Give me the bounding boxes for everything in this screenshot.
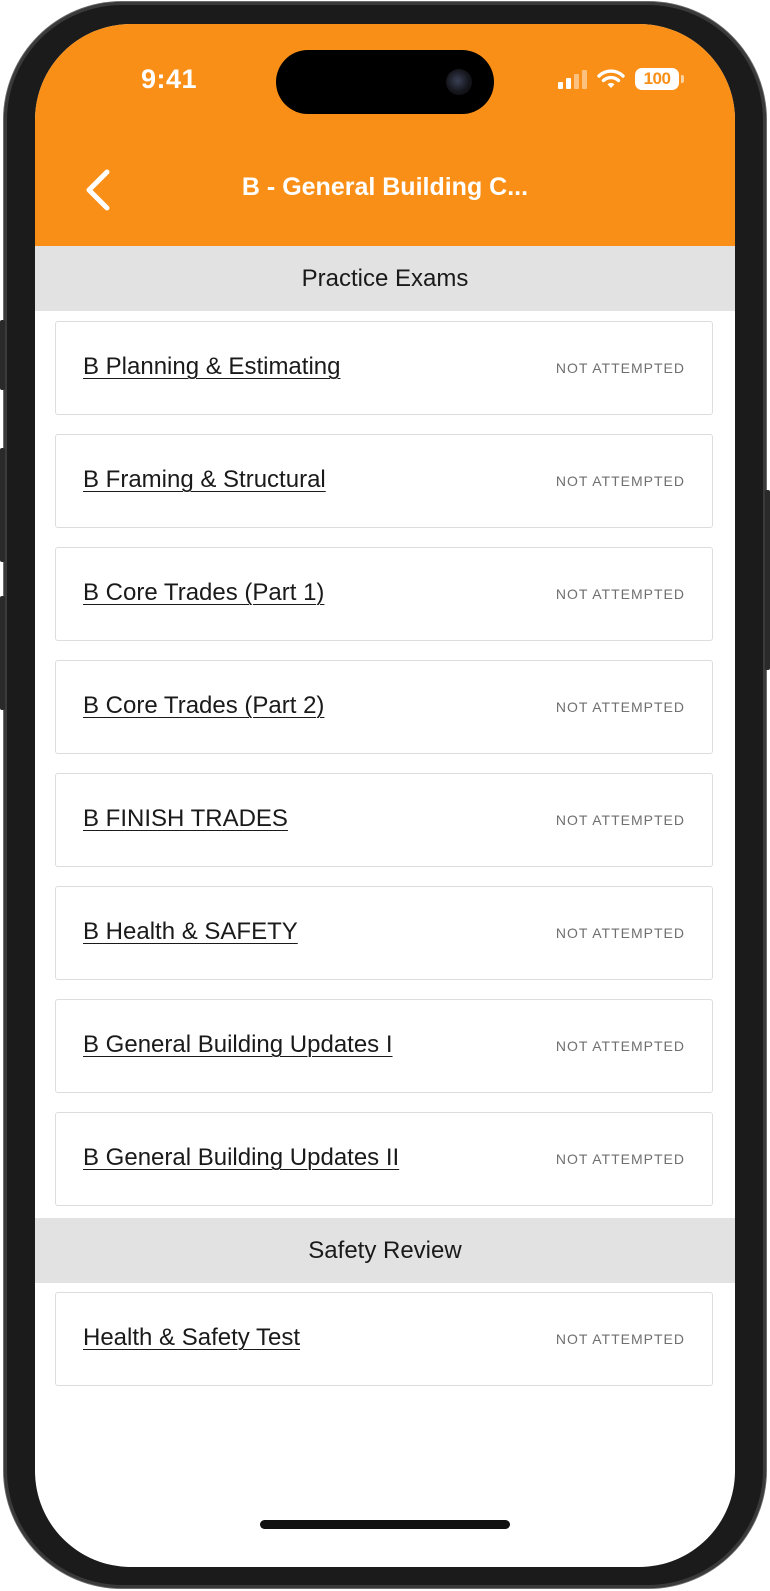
section-header-practice-exams: Practice Exams xyxy=(35,246,735,311)
exam-card-framing-structural[interactable]: B Framing & Structural NOT ATTEMPTED xyxy=(55,434,713,528)
volume-up-button xyxy=(0,448,5,562)
dynamic-island xyxy=(276,50,494,114)
exam-status: NOT ATTEMPTED xyxy=(555,699,685,715)
exam-title[interactable]: B Core Trades (Part 2) xyxy=(83,692,324,720)
exam-status: NOT ATTEMPTED xyxy=(555,1331,685,1347)
section-header-safety-review: Safety Review xyxy=(35,1218,735,1283)
action-button xyxy=(0,320,5,390)
exam-status: NOT ATTEMPTED xyxy=(555,473,685,489)
exam-card-finish-trades[interactable]: B FINISH TRADES NOT ATTEMPTED xyxy=(55,773,713,867)
chevron-left-icon xyxy=(86,169,110,211)
status-time: 9:41 xyxy=(141,64,198,94)
status-indicators: 100 xyxy=(558,66,684,92)
exam-title[interactable]: B General Building Updates II xyxy=(83,1144,399,1172)
page-title: B - General Building C... xyxy=(241,173,529,201)
exam-card-health-safety-test[interactable]: Health & Safety Test NOT ATTEMPTED xyxy=(55,1292,713,1386)
back-button[interactable] xyxy=(79,167,119,213)
exam-title[interactable]: B Framing & Structural xyxy=(83,466,326,494)
exam-title[interactable]: B Core Trades (Part 1) xyxy=(83,579,324,607)
exam-title[interactable]: B FINISH TRADES xyxy=(83,805,288,833)
exam-title[interactable]: Health & Safety Test xyxy=(83,1324,300,1352)
exam-status: NOT ATTEMPTED xyxy=(555,586,685,602)
power-button xyxy=(765,490,770,670)
exam-card-core-trades-1[interactable]: B Core Trades (Part 1) NOT ATTEMPTED xyxy=(55,547,713,641)
volume-down-button xyxy=(0,596,5,710)
home-indicator[interactable] xyxy=(260,1520,510,1529)
camera-icon xyxy=(446,69,472,95)
exam-card-health-safety[interactable]: B Health & SAFETY NOT ATTEMPTED xyxy=(55,886,713,980)
battery-icon: 100 xyxy=(635,68,684,90)
exam-card-general-building-updates-2[interactable]: B General Building Updates II NOT ATTEMP… xyxy=(55,1112,713,1206)
exam-status: NOT ATTEMPTED xyxy=(555,1151,685,1167)
screen: 9:41 100 B - General Building C... Pract… xyxy=(35,24,735,1567)
exam-card-planning-estimating[interactable]: B Planning & Estimating NOT ATTEMPTED xyxy=(55,321,713,415)
phone-frame: 9:41 100 B - General Building C... Pract… xyxy=(0,2,770,1588)
exam-status: NOT ATTEMPTED xyxy=(555,1038,685,1054)
app-header: 9:41 100 B - General Building C... xyxy=(35,24,735,246)
exam-status: NOT ATTEMPTED xyxy=(555,360,685,376)
exam-card-general-building-updates-1[interactable]: B General Building Updates I NOT ATTEMPT… xyxy=(55,999,713,1093)
exam-title[interactable]: B Health & SAFETY xyxy=(83,918,298,946)
exam-title[interactable]: B General Building Updates I xyxy=(83,1031,393,1059)
wifi-icon xyxy=(597,69,625,88)
exam-status: NOT ATTEMPTED xyxy=(555,925,685,941)
exam-title[interactable]: B Planning & Estimating xyxy=(83,353,340,381)
cellular-signal-icon xyxy=(558,69,587,89)
exam-card-core-trades-2[interactable]: B Core Trades (Part 2) NOT ATTEMPTED xyxy=(55,660,713,754)
exam-status: NOT ATTEMPTED xyxy=(555,812,685,828)
